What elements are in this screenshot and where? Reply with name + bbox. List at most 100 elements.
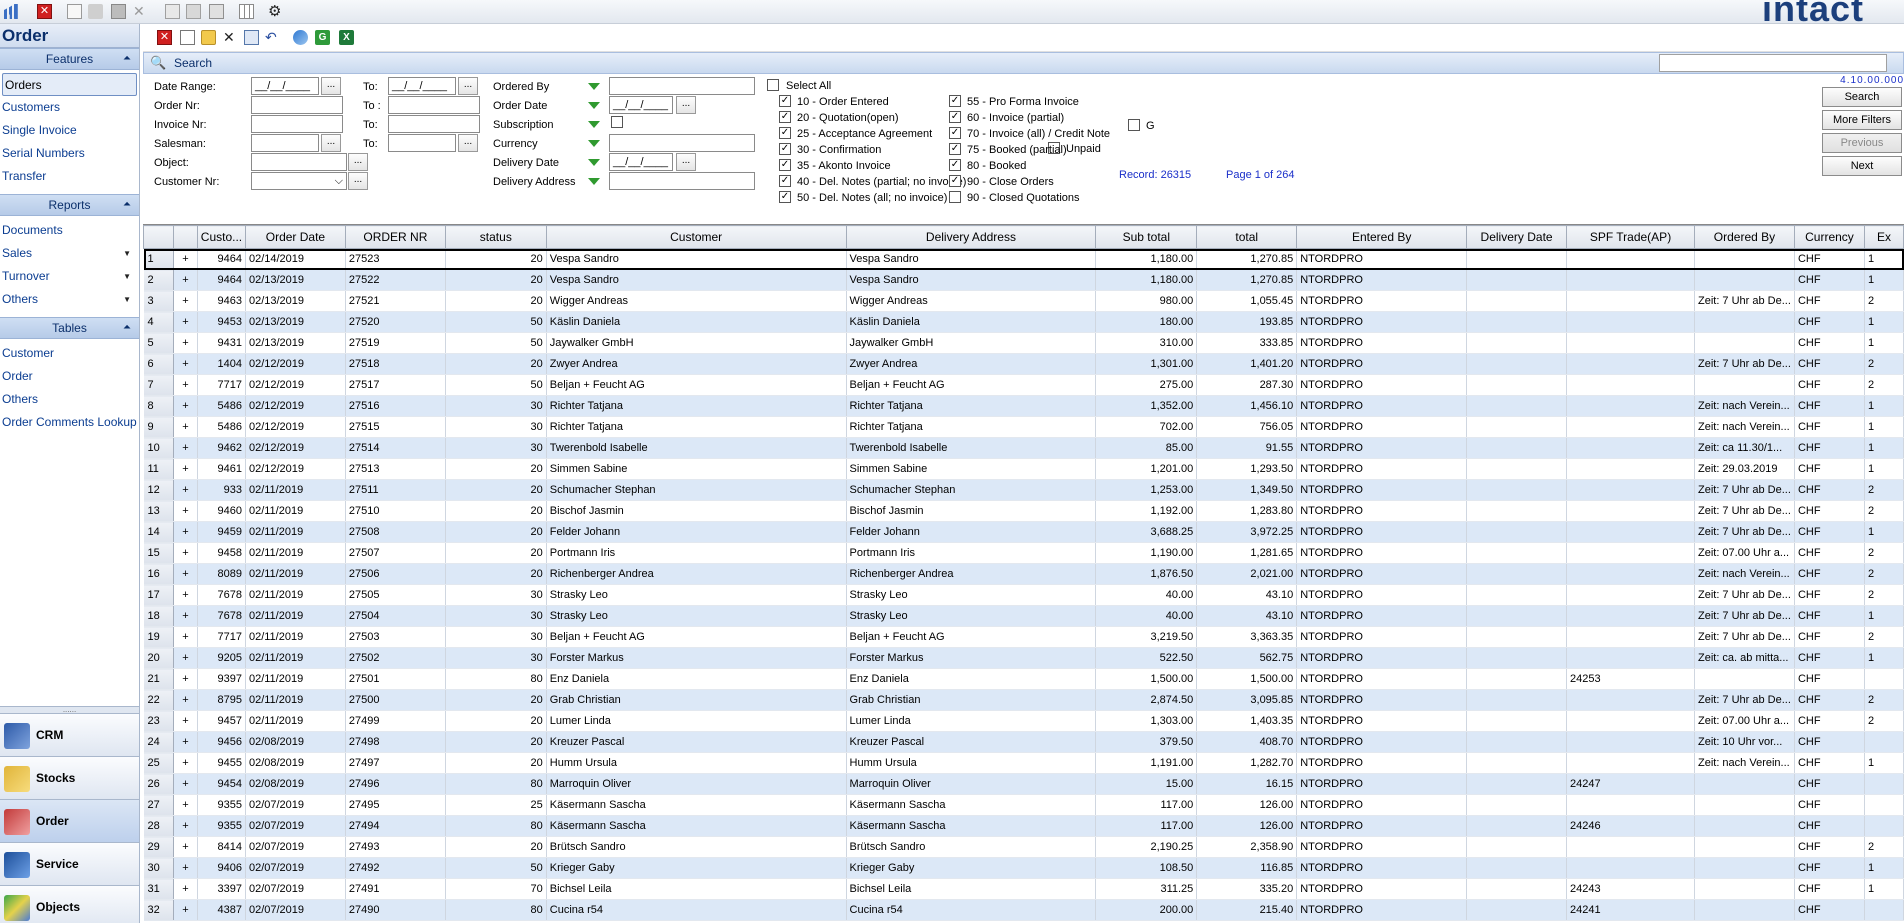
expand-row-icon[interactable]: + [173,710,198,732]
undo-icon[interactable]: ↶ [265,30,280,45]
table-row[interactable]: 21 +9397 02/11/2019 27501 80 Enz Daniela Enz D… [143,668,1904,690]
expand-row-icon[interactable]: + [173,563,198,585]
operator-dropdown-icon[interactable] [588,159,600,166]
collapse-chevron-icon[interactable]: ⏶ [123,49,131,69]
reports-header[interactable]: Reports ⏶ [0,194,139,216]
expand-row-icon[interactable]: + [173,437,198,459]
table-row[interactable]: 13 +9460 02/11/2019 27510 20 Bischof Jasmin Bi… [143,500,1904,522]
table-row[interactable]: 22 +8795 02/11/2019 27500 20 Grab Christian Gr… [143,689,1904,711]
expand-row-icon[interactable]: + [173,416,198,438]
invoice-nr-from-input[interactable] [251,115,343,133]
table-row[interactable]: 18 +7678 02/11/2019 27504 30 Strasky Leo Stras… [143,605,1904,627]
nav-item-order-comments-lookup[interactable]: Order Comments Lookup [0,411,139,434]
table-row[interactable]: 15 +9458 02/11/2019 27507 20 Portmann Iris Por… [143,542,1904,564]
nav-item-turnover[interactable]: Turnover ▼ [0,265,139,288]
salesman-lookup-button[interactable]: ... [321,134,341,152]
nav-item-documents[interactable]: Documents [0,219,139,242]
new-document-icon[interactable] [180,30,195,45]
module-stocks-button[interactable]: Stocks [0,757,139,800]
expand-row-icon[interactable]: + [173,899,198,921]
status-checkbox[interactable]: ✓ [949,127,961,139]
nav-item-single-invoice[interactable]: Single Invoice [0,119,139,142]
table-row[interactable]: 12 +933 02/11/2019 27511 20 Schumacher Stepha… [143,479,1904,501]
expand-row-icon[interactable]: + [173,269,198,291]
column-header[interactable]: Ex [1863,225,1904,249]
expand-row-icon[interactable]: + [173,248,198,270]
expand-row-icon[interactable]: + [173,794,198,816]
print-icon[interactable] [186,4,201,19]
column-header[interactable]: Currency [1793,225,1865,249]
delivery-address-input[interactable] [609,172,755,190]
order-nr-to-input[interactable] [388,96,480,114]
nav-item-sales[interactable]: Sales ▼ [0,242,139,265]
status-checkbox[interactable]: ✓ [779,95,791,107]
nav-item-table-others[interactable]: Others [0,388,139,411]
column-header[interactable]: Ordered By [1693,225,1795,249]
expand-row-icon[interactable]: + [173,332,198,354]
table-row[interactable]: 3 +9463 02/13/2019 27521 20 Wigger Andreas Wig… [143,290,1904,312]
expand-row-icon[interactable]: + [173,878,198,900]
open-folder-icon[interactable] [201,30,216,45]
expand-row-icon[interactable]: + [173,500,198,522]
column-header[interactable]: Delivery Address [845,225,1097,249]
table-row[interactable]: 27 +9355 02/07/2019 27495 25 Käsermann Sascha… [143,794,1904,816]
grid-icon[interactable] [239,4,254,19]
more-filters-button[interactable]: More Filters [1822,110,1902,130]
expand-row-icon[interactable]: + [173,647,198,669]
table-row[interactable]: 25 +9455 02/08/2019 27497 20 Humm Ursula Humm … [143,752,1904,774]
customer-nr-select[interactable]: ⌵ [251,172,347,190]
status-checkbox[interactable]: ✓ [779,127,791,139]
table-row[interactable]: 32 +4387 02/07/2019 27490 80 Cucina r54 Cucina… [143,899,1904,921]
new-document-icon[interactable] [67,4,82,19]
splitter-grip[interactable]: ...... [0,706,139,714]
expand-row-icon[interactable]: + [173,584,198,606]
column-header[interactable]: Order Date [244,225,346,249]
delete-icon[interactable]: ✕ [223,30,238,45]
features-header[interactable]: Features ⏶ [0,48,139,70]
table-row[interactable]: 14 +9459 02/11/2019 27508 20 Felder Johann Fel… [143,521,1904,543]
expand-row-icon[interactable]: + [173,605,198,627]
salesman-from-input[interactable] [251,134,319,152]
module-crm-button[interactable]: CRM [0,714,139,757]
table-row[interactable]: 6 +1404 02/12/2019 27518 20 Zwyer Andrea Zwyer… [143,353,1904,375]
table-row[interactable]: 9 +5486 02/12/2019 27515 30 Richter Tatjana Ri… [143,416,1904,438]
date-picker-button[interactable]: ... [676,96,696,114]
table-row[interactable]: 19 +7717 02/11/2019 27503 30 Beljan + Feucht … [143,626,1904,648]
status-checkbox[interactable]: ✓ [949,95,961,107]
table-row[interactable]: 30 +9406 02/07/2019 27492 50 Krieger Gaby Krie… [143,857,1904,879]
nav-item-others[interactable]: Others ▼ [0,288,139,311]
collapse-chevron-icon[interactable]: ⏶ [123,318,131,338]
status-checkbox[interactable]: ✓ [949,143,961,155]
dropdown-arrow-icon[interactable]: ▼ [123,288,131,311]
table-row[interactable]: 28 +9355 02/07/2019 27494 80 Käsermann Sascha… [143,815,1904,837]
expand-row-icon[interactable]: + [173,773,198,795]
status-checkbox[interactable] [949,191,961,203]
status-checkbox[interactable]: ✓ [779,143,791,155]
search-button[interactable]: Search [1822,87,1902,107]
status-checkbox[interactable]: ✓ [949,111,961,123]
subscription-checkbox[interactable] [611,116,623,128]
delivery-date-input[interactable]: __/__/____ [609,153,673,171]
open-folder-icon[interactable] [88,4,103,19]
order-nr-from-input[interactable] [251,96,343,114]
status-checkbox[interactable]: ✓ [779,111,791,123]
column-header[interactable] [143,225,174,249]
close-red-icon[interactable]: ✕ [157,30,172,45]
table-row[interactable]: 2 +9464 02/13/2019 27522 20 Vespa Sandro Vespa… [143,269,1904,291]
module-service-button[interactable]: Service [0,843,139,886]
date-picker-button[interactable]: ... [676,153,696,171]
expand-row-icon[interactable]: + [173,815,198,837]
nav-item-table-customer[interactable]: Customer [0,342,139,365]
customer-lookup-button[interactable]: ... [348,172,368,190]
copy-icon[interactable] [244,30,259,45]
nav-item-orders[interactable]: Orders [2,73,137,96]
expand-row-icon[interactable]: + [173,458,198,480]
object-lookup-button[interactable]: ... [348,153,368,171]
operator-dropdown-icon[interactable] [588,83,600,90]
table-row[interactable]: 10 +9462 02/12/2019 27514 30 Twerenbold Isabe… [143,437,1904,459]
table-row[interactable]: 26 +9454 02/08/2019 27496 80 Marroquin Oliver… [143,773,1904,795]
column-header[interactable]: SPF Trade(AP) [1566,225,1695,249]
column-header[interactable]: Sub total [1095,225,1198,249]
expand-row-icon[interactable]: + [173,752,198,774]
expand-row-icon[interactable]: + [173,626,198,648]
